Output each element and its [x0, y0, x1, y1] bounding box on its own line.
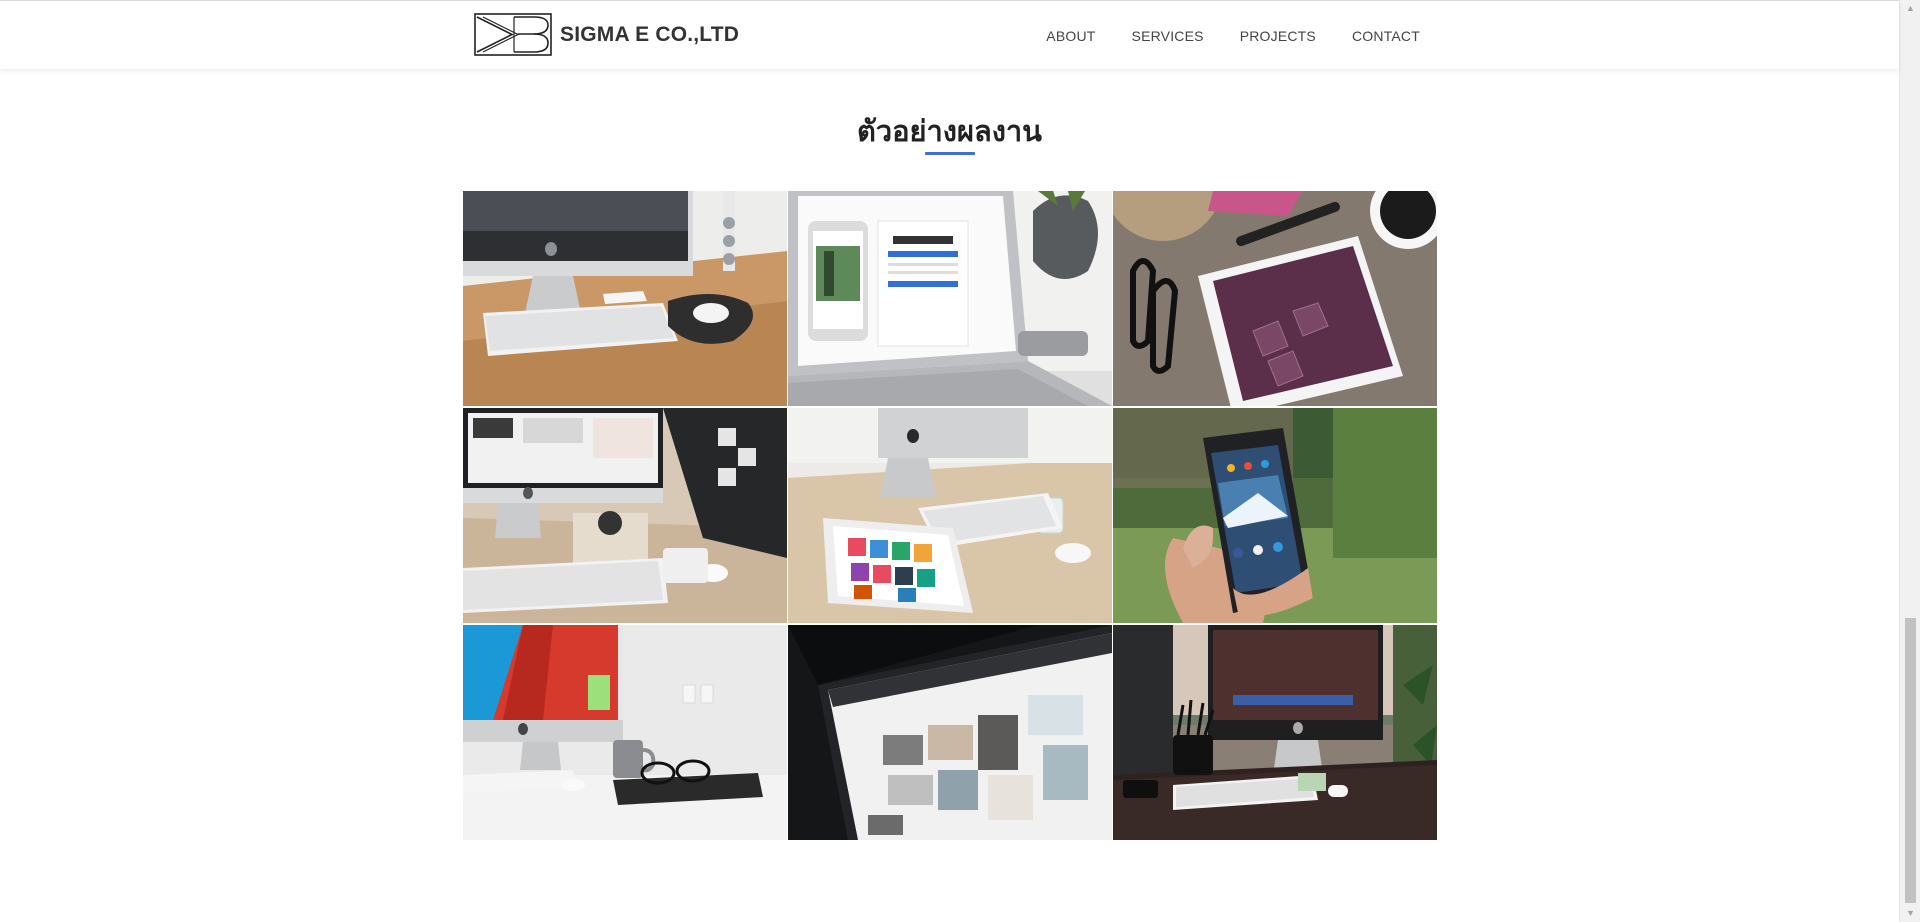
brand-link[interactable]: SIGMA E CO.,LTD [474, 13, 739, 56]
portfolio-image [463, 625, 787, 840]
portfolio-image [788, 625, 1112, 840]
top-navbar: SIGMA E CO.,LTD ABOUT SERVICES PROJECTS … [0, 0, 1899, 69]
sigma-logo-icon [474, 13, 552, 56]
portfolio-image [1113, 625, 1437, 840]
triangle-up-icon[interactable]: ▲ [1900, 0, 1920, 17]
portfolio-item-laptop-phone-instagram[interactable] [788, 191, 1112, 406]
portfolio-item-imac-tablet-apps[interactable] [788, 408, 1112, 623]
nav-projects[interactable]: PROJECTS [1240, 28, 1316, 44]
portfolio-image [1113, 191, 1437, 406]
portfolio-image [788, 191, 1112, 406]
portfolio-image [1113, 408, 1437, 623]
portfolio-item-imac-window-office[interactable] [1113, 625, 1437, 840]
portfolio-item-hand-holding-phone[interactable] [1113, 408, 1437, 623]
portfolio-gallery [463, 191, 1437, 840]
brand-name: SIGMA E CO.,LTD [560, 22, 740, 46]
portfolio-item-imac-notebook-workspace[interactable] [463, 408, 787, 623]
nav-services[interactable]: SERVICES [1132, 28, 1204, 44]
nav-contact[interactable]: CONTACT [1352, 28, 1420, 44]
portfolio-item-imac-keyboard-desk[interactable] [463, 191, 787, 406]
portfolio-image [788, 408, 1112, 623]
title-underline [925, 152, 975, 155]
portfolio-item-tablet-glasses-pen[interactable] [1113, 191, 1437, 406]
triangle-down-icon[interactable]: ▼ [1900, 905, 1920, 922]
scrollbar-thumb[interactable] [1905, 618, 1916, 903]
portfolio-title: ตัวอย่างผลงาน [856, 114, 1042, 148]
portfolio-item-imac-mug-glasses[interactable] [463, 625, 787, 840]
nav-about[interactable]: ABOUT [1046, 28, 1095, 44]
portfolio-image [463, 408, 787, 623]
page-scrollbar[interactable]: ▲ ▼ [1899, 0, 1920, 922]
portfolio-item-monitor-web-design[interactable] [788, 625, 1112, 840]
portfolio-image [463, 191, 787, 406]
main-nav: ABOUT SERVICES PROJECTS CONTACT [1046, 1, 1420, 70]
